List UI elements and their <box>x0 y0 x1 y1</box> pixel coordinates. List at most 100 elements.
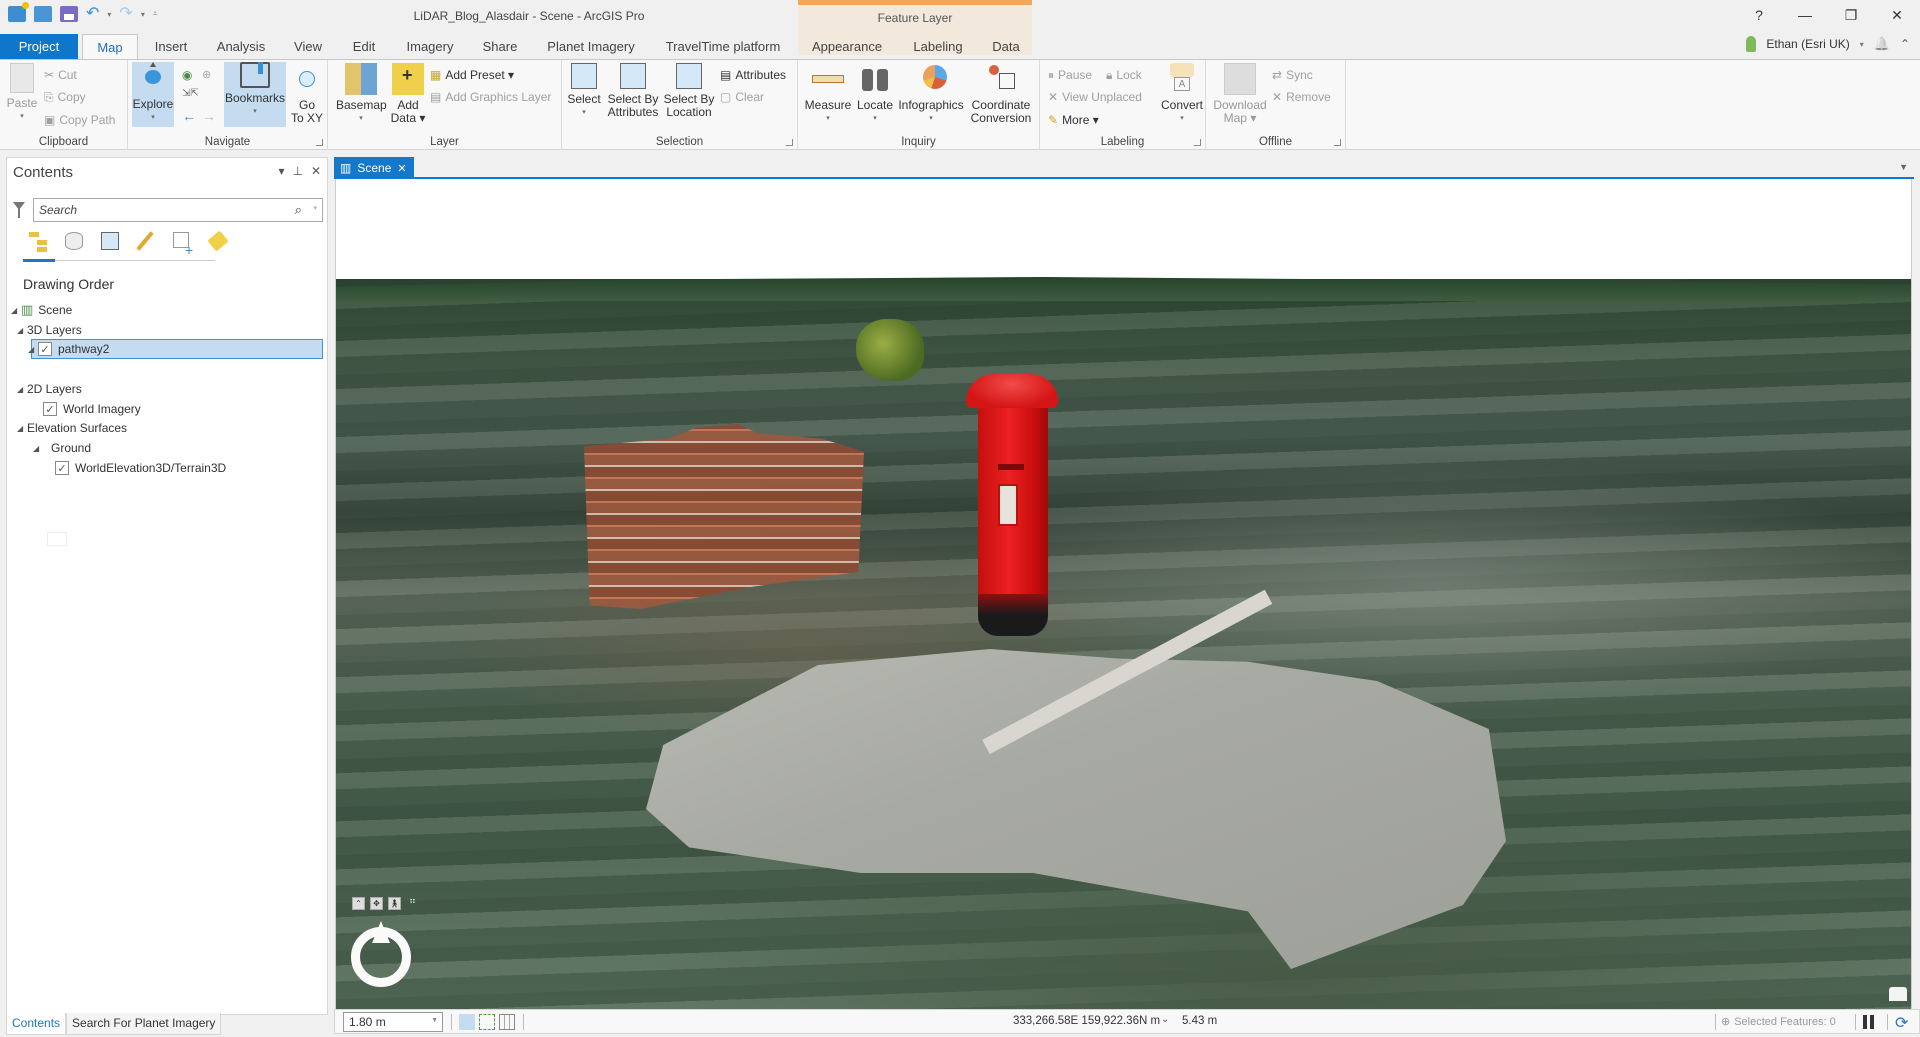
scene-view[interactable]: ⌃ ✥ 🚶︎ ⠛ <box>335 179 1912 1009</box>
basemap-button[interactable]: Basemap ▾ <box>336 63 387 125</box>
expand-triangle-icon[interactable]: ◢ <box>28 345 38 354</box>
restore-button[interactable]: ❐ <box>1828 0 1874 30</box>
pause-drawing-button[interactable] <box>1863 1015 1874 1029</box>
selection-launcher-icon[interactable] <box>786 139 793 146</box>
tree-item-elevation-surfaces[interactable]: ◢ Elevation Surfaces <box>17 418 127 438</box>
scale-selector[interactable]: 1.80 m ▼ <box>343 1012 443 1032</box>
search-input[interactable] <box>39 203 279 217</box>
expand-triangle-icon[interactable]: ◢ <box>33 444 43 453</box>
navigator-expand-icon[interactable]: ⌃ <box>352 897 365 910</box>
tab-share[interactable]: Share <box>472 34 528 59</box>
list-by-labeling-icon[interactable] <box>207 230 229 252</box>
collapse-ribbon-icon[interactable]: ⌃ <box>1900 37 1910 51</box>
attributes-button[interactable]: ▤ Attributes <box>720 66 786 84</box>
tab-traveltime-platform[interactable]: TravelTime platform <box>654 34 792 59</box>
convert-button[interactable]: A Convert ▾ <box>1160 63 1204 125</box>
labeling-more-button[interactable]: ✎ More ▾ <box>1048 111 1099 129</box>
grid-icon[interactable] <box>499 1014 515 1030</box>
go-to-xy-button[interactable]: Go To XY <box>290 63 324 125</box>
legend-toggle-icon[interactable] <box>1889 987 1907 1001</box>
list-by-selection-icon[interactable] <box>99 230 121 252</box>
pin-icon[interactable]: ⊥ <box>292 164 302 178</box>
help-button[interactable]: ? <box>1736 0 1782 30</box>
fixed-zoom-in-icon[interactable]: ⇲⇱ <box>182 88 199 99</box>
tree-item-3d-layers[interactable]: ◢ 3D Layers <box>17 320 82 340</box>
bookmarks-button[interactable]: Bookmarks ▾ <box>224 62 286 127</box>
coordinate-format-dropdown-icon[interactable]: ⌄ <box>1161 1014 1169 1025</box>
tab-contents[interactable]: Contents <box>6 1013 67 1035</box>
select-button[interactable]: Select ▾ <box>566 63 602 119</box>
tab-appearance[interactable]: Appearance <box>802 34 892 59</box>
refresh-icon[interactable]: ⟳ <box>1895 1013 1908 1033</box>
tree-item-2d-layers[interactable]: ◢ 2D Layers <box>17 379 82 399</box>
contents-search[interactable]: ⌕ ▾ <box>33 198 323 222</box>
tab-labeling[interactable]: Labeling <box>904 34 972 59</box>
previous-extent-icon[interactable]: ← <box>182 108 196 124</box>
expand-triangle-icon[interactable]: ◢ <box>17 424 27 433</box>
labeling-launcher-icon[interactable] <box>1194 139 1201 146</box>
list-by-data-source-icon[interactable] <box>63 230 85 252</box>
minimize-button[interactable]: — <box>1782 0 1828 30</box>
layer-visibility-checkbox[interactable]: ✓ <box>43 402 57 416</box>
tab-planet-imagery[interactable]: Planet Imagery <box>534 34 648 59</box>
tree-item-world-imagery[interactable]: ✓ World Imagery <box>43 399 141 419</box>
status-bar: 1.80 m ▼ 333,266.58E 159,922.36N m ⌄ 5.4… <box>334 1009 1920 1034</box>
scissors-icon: ✂ <box>44 68 55 82</box>
explore-button[interactable]: Explore ▾ <box>132 62 174 127</box>
infographics-button[interactable]: Infographics ▾ <box>898 63 964 125</box>
add-data-button[interactable]: + Add Data ▾ <box>388 63 428 125</box>
download-map-button: Download Map ▾ <box>1212 63 1268 125</box>
tree-item-ground[interactable]: ◢ Ground <box>33 438 91 458</box>
search-icon[interactable]: ⌕ <box>295 202 302 218</box>
tree-item-pathway2[interactable]: ◢ ✓ pathway2 <box>28 339 323 359</box>
tab-edit[interactable]: Edit <box>340 34 388 59</box>
view-menu-caret-icon[interactable]: ▼ <box>1899 162 1908 172</box>
tab-imagery[interactable]: Imagery <box>394 34 466 59</box>
navigator-pan-icon[interactable]: ✥ <box>370 897 383 910</box>
tree-item-scene[interactable]: ◢ ▥ Scene <box>11 300 72 320</box>
close-button[interactable]: ✕ <box>1874 0 1920 30</box>
pane-menu-icon[interactable]: ▾ <box>278 164 284 178</box>
tab-project[interactable]: Project <box>0 34 78 59</box>
add-graphics-layer-button: ▤ Add Graphics Layer <box>430 90 552 104</box>
list-by-snapping-icon[interactable]: + <box>171 230 193 258</box>
tab-insert[interactable]: Insert <box>142 34 200 59</box>
add-preset-button[interactable]: ▦ Add Preset ▾ <box>430 66 514 84</box>
list-by-editing-icon[interactable] <box>135 230 157 252</box>
tab-search-planet-imagery[interactable]: Search For Planet Imagery <box>66 1013 222 1035</box>
navigator-options-icon[interactable]: ⠛ <box>406 897 419 910</box>
offline-launcher-icon[interactable] <box>1334 139 1341 146</box>
expand-triangle-icon[interactable]: ◢ <box>11 306 21 315</box>
selected-features-count[interactable]: ⊕ Selected Features: 0 <box>1721 1015 1836 1029</box>
tab-data[interactable]: Data <box>982 34 1030 59</box>
tab-map[interactable]: Map <box>82 34 138 60</box>
layer-visibility-checkbox[interactable]: ✓ <box>55 461 69 475</box>
select-by-attributes-button[interactable]: Select By Attributes <box>606 63 660 119</box>
tab-analysis[interactable]: Analysis <box>206 34 276 59</box>
scale-dropdown-icon[interactable]: ▼ <box>431 1017 438 1024</box>
grid-snapping-icon[interactable] <box>479 1014 495 1030</box>
tree-item-terrain3d[interactable]: ✓ WorldElevation3D/Terrain3D <box>55 458 226 478</box>
search-options-icon[interactable]: ▾ <box>313 204 317 212</box>
navigator-first-person-icon[interactable]: 🚶︎ <box>388 897 401 910</box>
tab-view[interactable]: View <box>282 34 334 59</box>
select-by-location-button[interactable]: Select By Location <box>662 63 716 119</box>
layer-visibility-checkbox[interactable]: ✓ <box>38 342 52 356</box>
full-extent-icon[interactable]: ◉ <box>182 68 192 82</box>
close-view-icon[interactable]: ✕ <box>397 162 406 175</box>
user-name[interactable]: Ethan (Esri UK) <box>1766 37 1849 51</box>
navigate-launcher-icon[interactable] <box>316 139 323 146</box>
expand-triangle-icon[interactable]: ◢ <box>17 385 27 394</box>
user-caret-icon[interactable]: ▾ <box>1860 40 1864 49</box>
locate-button[interactable]: Locate ▾ <box>854 63 896 125</box>
clear-selection-button: ▢ Clear <box>720 90 765 104</box>
filter-icon[interactable] <box>13 202 25 218</box>
measure-button[interactable]: Measure ▾ <box>804 63 852 125</box>
snapping-icon[interactable] <box>459 1014 475 1030</box>
expand-triangle-icon[interactable]: ◢ <box>17 326 27 335</box>
close-pane-icon[interactable]: ✕ <box>311 164 321 178</box>
list-by-drawing-order-icon[interactable] <box>27 230 49 252</box>
coordinate-conversion-button[interactable]: Coordinate Conversion <box>966 63 1036 125</box>
notification-bell-icon[interactable]: 🔔 <box>1874 36 1890 52</box>
scene-view-tab[interactable]: ▥ Scene ✕ <box>334 157 414 179</box>
